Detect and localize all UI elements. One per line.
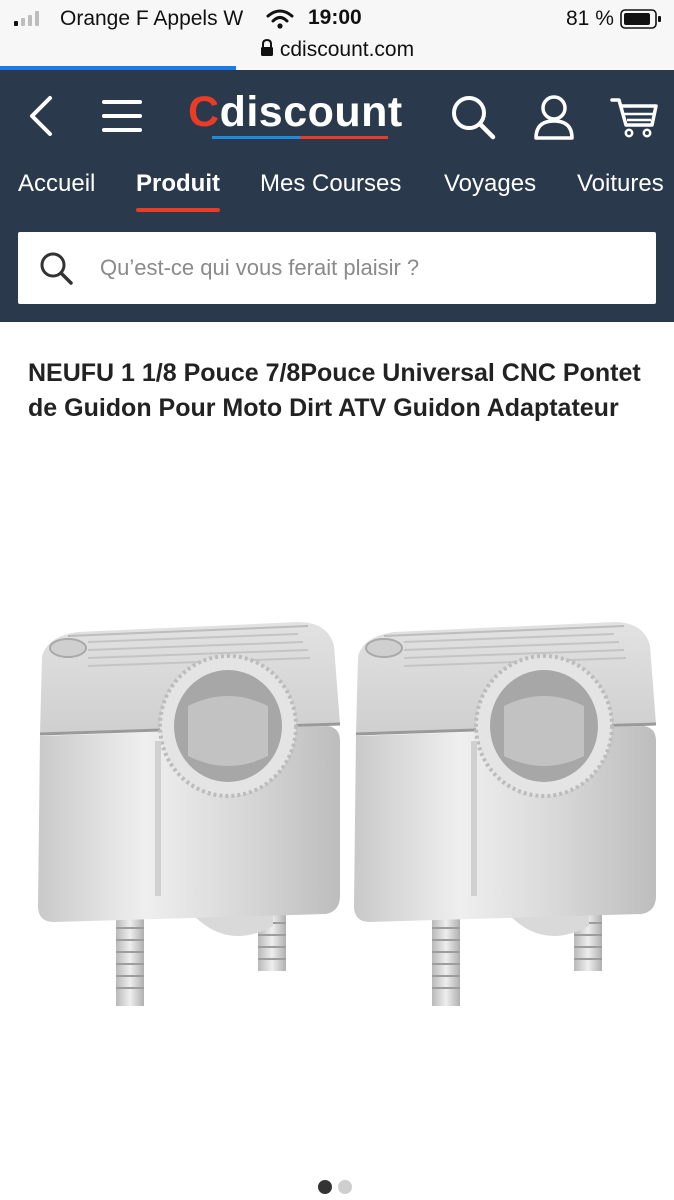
search-icon [452,96,496,140]
search-icon [40,252,73,285]
clock: 19:00 [308,6,362,29]
back-icon [30,96,52,136]
carrier-name: Orange F Appels W [60,7,244,30]
product-title: NEUFU 1 1/8 Pouce 7/8Pouce Universal CNC… [28,359,641,422]
back-button[interactable] [18,92,62,140]
menu-icon [102,100,142,132]
pager-dot-2[interactable] [338,1180,352,1194]
tab-voyages[interactable]: Voyages [444,170,536,198]
cdiscount-logo[interactable]: Cdiscount [188,84,410,144]
cart-icon [610,98,658,138]
site-header: Cdiscount Accueil Produit Mes Courses Vo… [0,70,674,322]
battery-icon [620,9,662,29]
url-text: cdiscount.com [279,38,415,61]
search-input[interactable] [98,246,638,290]
account-button[interactable] [528,90,580,144]
signal-icon [14,10,39,26]
active-tab-indicator [136,208,220,212]
menu-button[interactable] [98,92,146,140]
tab-mes-courses[interactable]: Mes Courses [260,170,401,198]
lock-icon [260,38,274,63]
cart-button[interactable] [606,90,662,144]
search-bar [18,232,656,304]
tab-produit[interactable]: Produit [136,170,220,212]
search-button[interactable] [446,90,500,144]
product-image[interactable] [28,596,658,1016]
tab-accueil[interactable]: Accueil [18,170,95,198]
image-pager [318,1180,352,1194]
nav-tabs: Accueil Produit Mes Courses Voyages Voit… [0,166,674,212]
tab-voitures[interactable]: Voitures [577,170,664,198]
address-bar[interactable]: cdiscount.com [0,38,674,66]
wifi-icon [266,9,294,35]
account-icon [534,95,574,140]
battery-percentage: 81 % [566,7,614,30]
logo-underline [212,136,388,139]
status-bar: Orange F Appels W 19:00 81 % [0,0,674,38]
pager-dot-1[interactable] [318,1180,332,1194]
